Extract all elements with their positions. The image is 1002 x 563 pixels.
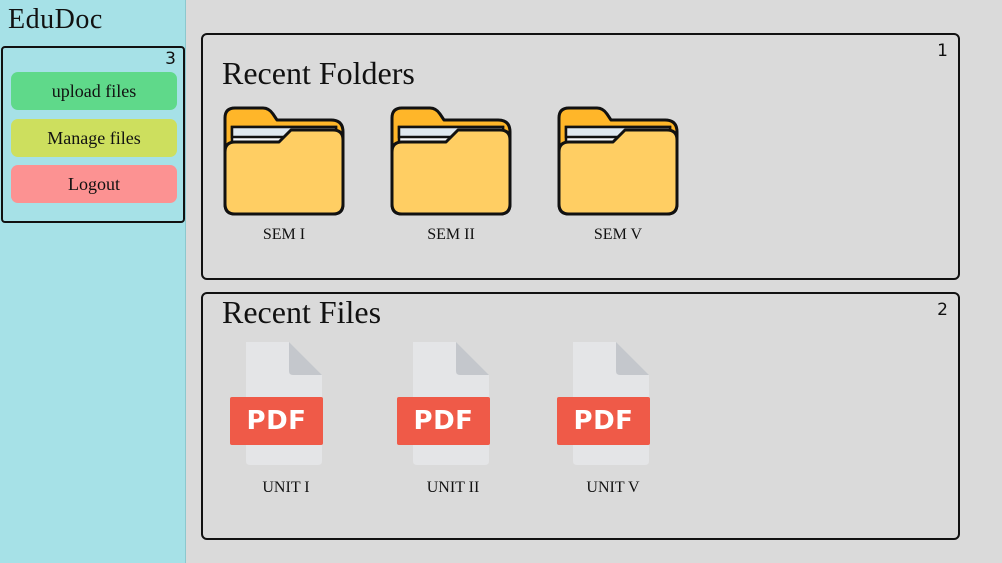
- section-number: 2: [937, 300, 948, 320]
- sidebar-menu: 3 upload files Manage files Logout: [1, 46, 185, 223]
- recent-files-panel: 2 Recent Files PDF UNIT I PDF UNIT II PD…: [201, 292, 960, 540]
- file-item[interactable]: PDF UNIT V: [554, 339, 672, 499]
- file-item[interactable]: PDF UNIT I: [227, 339, 345, 499]
- sidebar: EduDoc 3 upload files Manage files Logou…: [0, 0, 186, 563]
- folder-icon: [557, 106, 679, 216]
- folder-item[interactable]: SEM V: [555, 104, 681, 249]
- folder-icon: [223, 106, 345, 216]
- folder-name: SEM V: [593, 226, 643, 243]
- section-number: 1: [937, 41, 948, 61]
- folder-item[interactable]: SEM I: [221, 104, 347, 249]
- file-name: UNIT II: [426, 479, 480, 496]
- folder-icon: [390, 106, 512, 216]
- file-name: UNIT V: [586, 479, 640, 496]
- recent-files-title: Recent Files: [222, 294, 382, 330]
- file-name: UNIT I: [262, 479, 310, 496]
- folder-name: SEM I: [262, 226, 306, 243]
- pdf-badge: PDF: [397, 397, 490, 445]
- manage-files-button[interactable]: Manage files: [11, 119, 177, 157]
- pdf-badge: PDF: [557, 397, 650, 445]
- logout-button[interactable]: Logout: [11, 165, 177, 203]
- upload-files-button[interactable]: upload files: [11, 72, 177, 110]
- recent-folders-panel: 1 Recent Folders SEM I SEM II SEM V: [201, 33, 960, 280]
- recent-folders-title: Recent Folders: [222, 55, 415, 91]
- folder-name: SEM II: [427, 226, 475, 243]
- section-number: 3: [165, 49, 176, 69]
- app-title: EduDoc: [8, 4, 103, 35]
- pdf-badge: PDF: [230, 397, 323, 445]
- folder-item[interactable]: SEM II: [388, 104, 514, 249]
- file-item[interactable]: PDF UNIT II: [394, 339, 512, 499]
